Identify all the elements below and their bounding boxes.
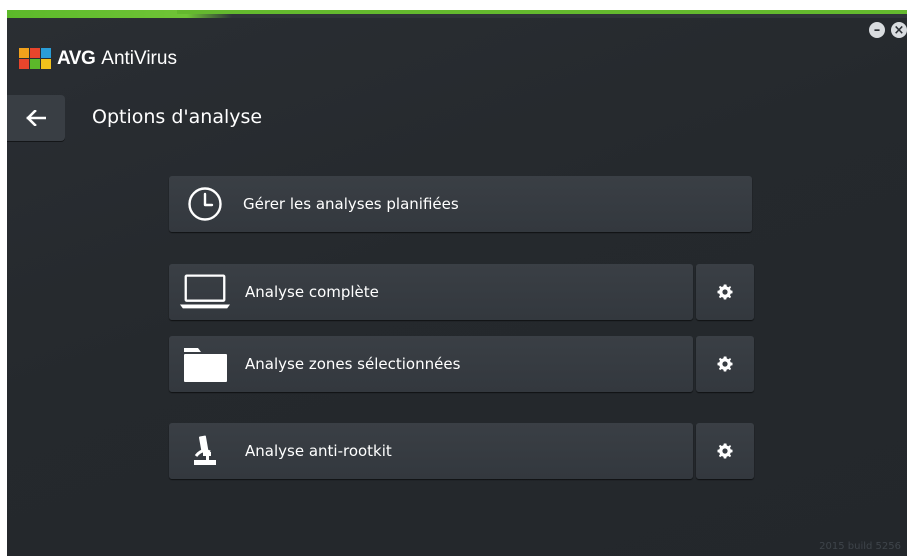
manage-scheduled-scans-label: Gérer les analyses planifiées: [243, 195, 459, 213]
full-scan-label: Analyse complète: [245, 283, 379, 301]
full-scan-button[interactable]: Analyse complète: [169, 264, 693, 320]
gear-icon: [717, 356, 733, 372]
gear-icon: [717, 284, 733, 300]
brand-name: AVG: [57, 48, 96, 69]
anti-rootkit-settings-button[interactable]: [696, 423, 754, 479]
folder-icon: [179, 336, 231, 392]
page-title: Options d'analyse: [92, 106, 263, 128]
laptop-icon: [179, 264, 231, 320]
anti-rootkit-scan-button[interactable]: Analyse anti-rootkit: [169, 423, 693, 479]
product-name: AntiVirus: [101, 48, 177, 69]
manage-scheduled-scans-button[interactable]: Gérer les analyses planifiées: [169, 176, 752, 232]
full-scan-settings-button[interactable]: [696, 264, 754, 320]
clock-icon: [179, 176, 231, 232]
selected-areas-scan-button[interactable]: Analyse zones sélectionnées: [169, 336, 693, 392]
selected-areas-settings-button[interactable]: [696, 336, 754, 392]
anti-rootkit-scan-label: Analyse anti-rootkit: [245, 442, 392, 460]
avg-logo-icon: [19, 48, 53, 70]
minimize-icon[interactable]: –: [869, 22, 885, 38]
back-button[interactable]: [7, 95, 65, 141]
microscope-icon: [179, 423, 231, 479]
arrow-left-icon: [26, 110, 46, 126]
gear-icon: [717, 443, 733, 459]
app-window: AVG AntiVirus – × Options d'analyse Gére…: [7, 10, 907, 556]
top-accent-bar: [7, 10, 907, 18]
app-logo: AVG AntiVirus: [19, 46, 177, 72]
version-label: 2015 build 5256: [819, 541, 901, 552]
selected-areas-scan-label: Analyse zones sélectionnées: [245, 355, 461, 373]
close-icon[interactable]: ×: [891, 22, 907, 38]
